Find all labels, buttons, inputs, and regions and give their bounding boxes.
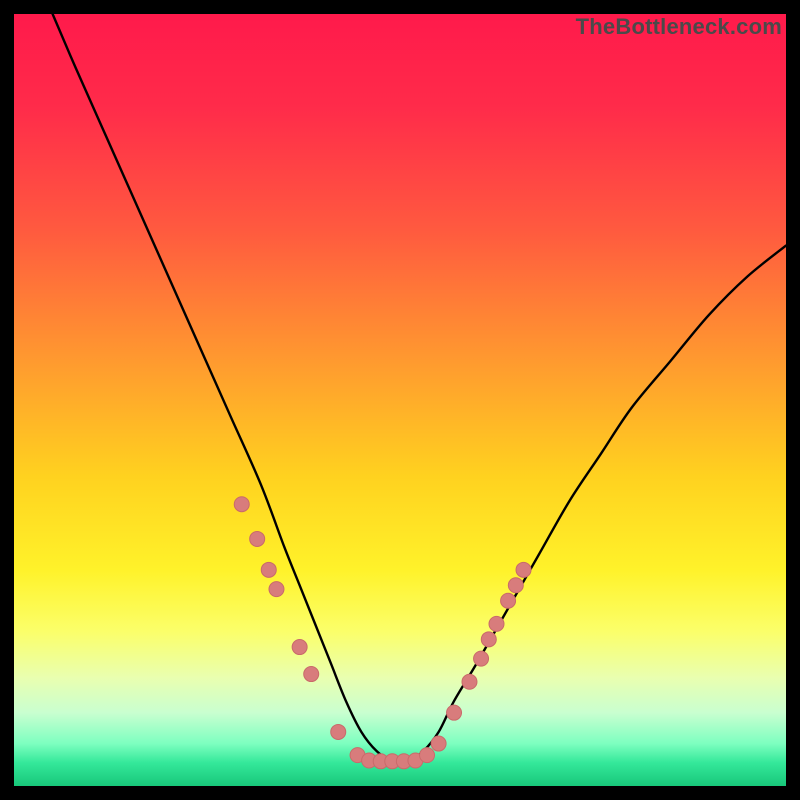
curve-marker <box>462 674 477 689</box>
curve-marker <box>250 531 265 546</box>
curve-marker <box>516 562 531 577</box>
gradient-background <box>14 14 786 786</box>
curve-marker <box>489 616 504 631</box>
bottleneck-chart <box>14 14 786 786</box>
curve-marker <box>508 578 523 593</box>
curve-marker <box>234 497 249 512</box>
curve-marker <box>292 640 307 655</box>
curve-marker <box>431 736 446 751</box>
plot-frame <box>14 14 786 786</box>
curve-marker <box>481 632 496 647</box>
curve-marker <box>304 667 319 682</box>
curve-marker <box>474 651 489 666</box>
curve-marker <box>269 582 284 597</box>
curve-marker <box>501 593 516 608</box>
curve-marker <box>331 724 346 739</box>
curve-marker <box>261 562 276 577</box>
curve-marker <box>447 705 462 720</box>
watermark-text: TheBottleneck.com <box>576 14 782 40</box>
curve-marker <box>420 748 435 763</box>
